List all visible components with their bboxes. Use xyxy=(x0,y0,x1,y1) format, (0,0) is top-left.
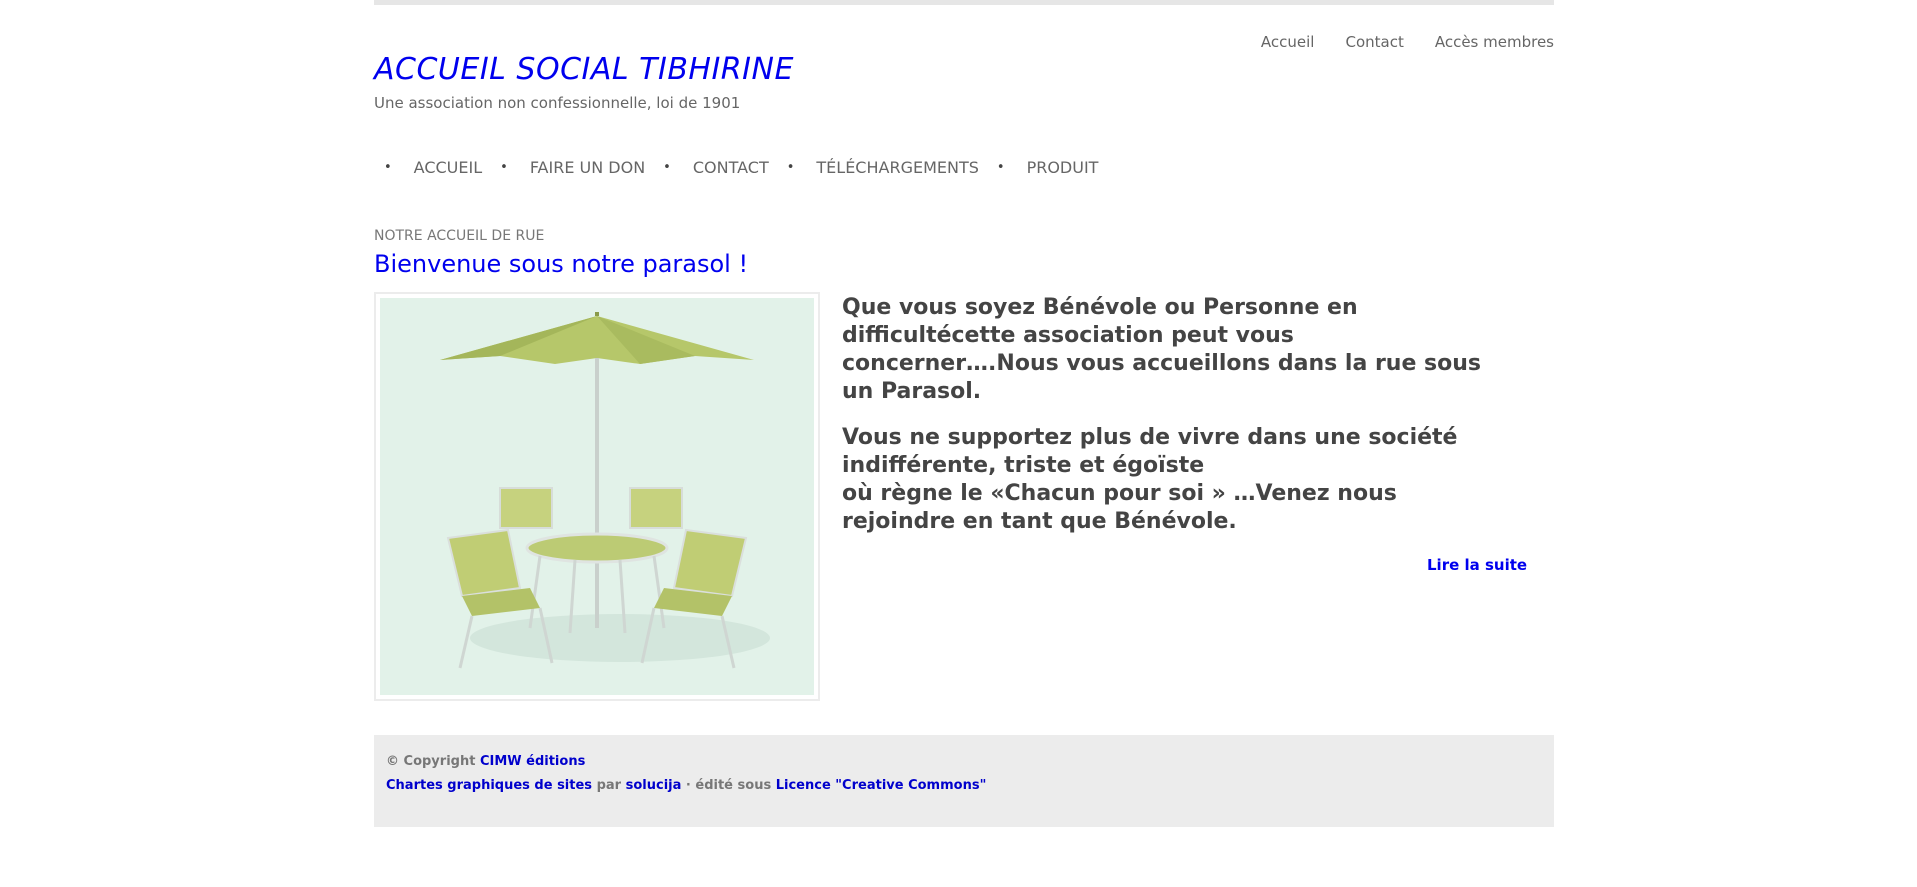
nav-item-produit[interactable]: • PRODUIT xyxy=(997,158,1117,177)
nav-item-contact[interactable]: • CONTACT xyxy=(663,158,787,177)
footer-credits: Chartes graphiques de sites par solucija… xyxy=(386,778,986,793)
main-nav: • ACCUEIL • FAIRE UN DON • CONTACT • TÉL… xyxy=(384,158,1116,177)
footer: © Copyright CIMW éditions Chartes graphi… xyxy=(374,735,1554,827)
nav-label: CONTACT xyxy=(692,158,769,177)
article-title[interactable]: Bienvenue sous notre parasol ! xyxy=(374,250,748,278)
nav-bullet: • xyxy=(384,160,392,175)
read-more-link[interactable]: Lire la suite xyxy=(1427,556,1527,574)
top-link-accueil[interactable]: Accueil xyxy=(1261,33,1315,51)
article-paragraph-2-line-1: Vous ne supportez plus de vivre dans une… xyxy=(842,425,1458,478)
top-link-members[interactable]: Accès membres xyxy=(1435,33,1554,51)
copyright-text: © Copyright xyxy=(386,754,476,769)
license-link[interactable]: Licence "Creative Commons" xyxy=(776,778,987,793)
article-intro: Que vous soyez Bénévole ou Personne en d… xyxy=(842,294,1492,554)
nav-label: ACCUEIL xyxy=(413,158,483,177)
nav-bullet: • xyxy=(786,160,795,175)
nav-bullet: • xyxy=(663,160,671,175)
nav-bullet: • xyxy=(500,160,508,175)
copyright-link[interactable]: CIMW éditions xyxy=(480,754,585,769)
themes-link[interactable]: Chartes graphiques de sites xyxy=(386,778,592,793)
site-title[interactable]: ACCUEIL SOCIAL TIBHIRINE xyxy=(374,52,794,87)
parasol-image-icon xyxy=(380,298,814,695)
by-text: par xyxy=(596,778,622,793)
site-description: Une association non confessionnelle, loi… xyxy=(374,94,741,112)
article-paragraph-2: Vous ne supportez plus de vivre dans une… xyxy=(842,424,1492,536)
top-bar xyxy=(374,0,1554,5)
section-label: NOTRE ACCUEIL DE RUE xyxy=(374,228,545,244)
article-paragraph-2-line-2: où règne le «Chacun pour soi » …Venez no… xyxy=(842,481,1397,534)
parasol-table-chairs-photo xyxy=(374,292,820,701)
nav-label: PRODUIT xyxy=(1026,158,1099,177)
nav-item-telechargements[interactable]: • TÉLÉCHARGEMENTS xyxy=(787,158,997,177)
edited-text: · édité sous xyxy=(685,778,772,793)
top-link-contact[interactable]: Contact xyxy=(1345,33,1403,51)
nav-label: FAIRE UN DON xyxy=(529,158,646,177)
nav-item-accueil[interactable]: • ACCUEIL xyxy=(384,158,500,177)
article-paragraph-1: Que vous soyez Bénévole ou Personne en d… xyxy=(842,295,1482,404)
nav-label: TÉLÉCHARGEMENTS xyxy=(816,158,979,177)
author-link[interactable]: solucija xyxy=(626,778,682,793)
nav-item-faire-un-don[interactable]: • FAIRE UN DON xyxy=(500,158,663,177)
nav-bullet: • xyxy=(996,160,1005,175)
footer-copyright: © Copyright CIMW éditions xyxy=(386,754,585,769)
top-links: Accueil Contact Accès membres xyxy=(1261,33,1554,51)
